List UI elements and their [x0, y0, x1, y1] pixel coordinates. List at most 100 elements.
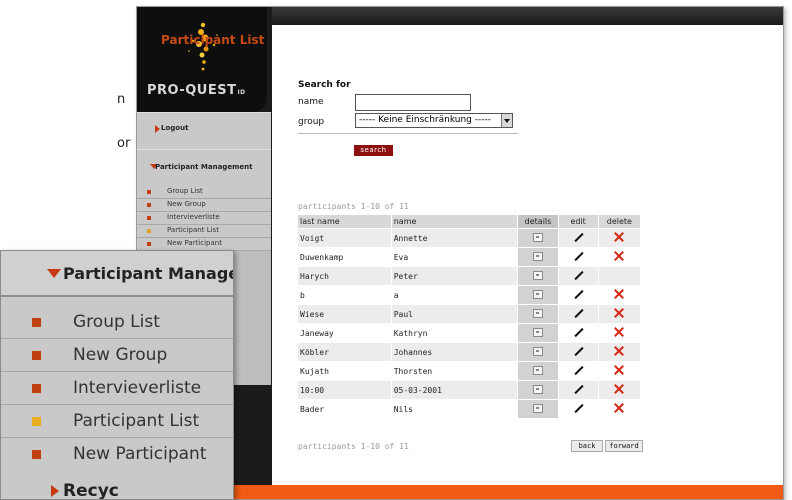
bullet-icon [32, 318, 41, 327]
details-icon[interactable] [532, 327, 543, 337]
cell-delete [597, 266, 642, 286]
delete-icon[interactable] [614, 365, 624, 375]
cell-edit [557, 247, 599, 267]
cell-details [517, 323, 559, 343]
details-icon[interactable] [532, 251, 543, 261]
chevron-down-icon[interactable] [501, 114, 512, 127]
details-icon[interactable] [532, 346, 543, 356]
nav-item-participant-list[interactable]: Participant List [137, 225, 271, 238]
zoom-header-label: Participant Managen [63, 264, 234, 283]
details-icon[interactable] [532, 308, 543, 318]
edit-icon[interactable] [574, 366, 583, 375]
details-icon[interactable] [532, 403, 543, 413]
cell-delete [597, 304, 642, 324]
nav-logout[interactable]: Logout [137, 112, 271, 150]
cell-edit [557, 380, 599, 400]
cell-delete [597, 285, 642, 305]
cell-last-name: Duwenkamp [297, 247, 392, 267]
col-name: name [390, 214, 519, 229]
nav-item-group-list[interactable]: Group List [137, 186, 271, 199]
nav-item-intervieverliste[interactable]: Intervieverliste [137, 212, 271, 225]
delete-icon[interactable] [614, 232, 624, 242]
nav-item-new-group[interactable]: New Group [137, 199, 271, 212]
edit-icon[interactable] [574, 328, 583, 337]
cell-details [517, 247, 559, 267]
cell-details [517, 380, 559, 400]
edit-icon[interactable] [574, 347, 583, 356]
pager-bottom: participants 1-10 of 11 [298, 442, 409, 451]
bullet-icon [32, 351, 41, 360]
edit-icon[interactable] [574, 290, 583, 299]
details-icon[interactable] [532, 384, 543, 394]
cell-last-name: b [297, 285, 392, 305]
zoom-nav-item-label: Participant List [73, 411, 200, 431]
cell-edit [557, 361, 599, 381]
zoom-nav-item-participant-list[interactable]: Participant List [1, 405, 233, 439]
bullet-icon [147, 216, 151, 220]
table-row: Janeway Kathryn [297, 323, 642, 343]
cell-details [517, 304, 559, 324]
zoom-nav-item-new-participant[interactable]: New Participant [1, 438, 233, 472]
bullet-icon [147, 203, 151, 207]
table-row: Harych Peter [297, 266, 642, 286]
edit-icon[interactable] [574, 309, 583, 318]
cell-last-name: 10:00 [297, 380, 392, 400]
delete-icon[interactable] [614, 308, 624, 318]
group-label: group [298, 117, 325, 127]
group-select[interactable]: ----- Keine Einschränkung ----- [355, 113, 513, 128]
cell-name: Johannes [390, 342, 519, 362]
cell-delete [597, 380, 642, 400]
delete-icon[interactable] [614, 251, 624, 261]
cell-name: Kathryn [390, 323, 519, 343]
zoom-nav-recycle[interactable]: Recyc [1, 469, 233, 499]
cell-last-name: Voigt [297, 228, 392, 248]
edit-icon[interactable] [574, 385, 583, 394]
col-edit: edit [557, 214, 599, 229]
table-row: Bader Nils [297, 399, 642, 419]
delete-icon[interactable] [614, 289, 624, 299]
group-select-value: ----- Keine Einschränkung ----- [359, 115, 491, 125]
table-header-row: last name name details edit delete [297, 214, 642, 229]
nav-item-label: Intervieverliste [167, 213, 220, 221]
bullet-icon [147, 242, 151, 246]
edit-icon[interactable] [574, 404, 583, 413]
col-last-name: last name [297, 214, 392, 229]
details-icon[interactable] [532, 365, 543, 375]
cell-last-name: Bader [297, 399, 392, 419]
cell-edit [557, 399, 599, 419]
logo-text: PRO-QUESTID [147, 83, 246, 98]
arrow-right-icon [155, 125, 160, 133]
zoom-nav-item-group-list[interactable]: Group List [1, 306, 233, 340]
bullet-icon [32, 417, 41, 426]
cell-delete [597, 361, 642, 381]
zoom-nav-item-intervieverliste[interactable]: Intervieverliste [1, 372, 233, 406]
table-row: Wiese Paul [297, 304, 642, 324]
details-icon[interactable] [532, 270, 543, 280]
cell-name: Peter [390, 266, 519, 286]
edit-icon[interactable] [574, 271, 583, 280]
delete-icon[interactable] [614, 346, 624, 356]
zoom-nav-participant-management[interactable]: Participant Managen [1, 251, 233, 297]
nav-participant-management[interactable]: Participant Management [137, 149, 271, 187]
arrow-right-icon [51, 485, 59, 497]
nav-logout-label: Logout [161, 124, 189, 132]
bullet-icon [32, 450, 41, 459]
name-input[interactable] [355, 94, 471, 111]
search-button[interactable]: search [354, 145, 393, 156]
cell-name: Thorsten [390, 361, 519, 381]
forward-button[interactable]: forward [605, 440, 643, 452]
edit-icon[interactable] [574, 252, 583, 261]
zoom-overlay: Participant Managen Group List New Group… [0, 250, 234, 500]
details-icon[interactable] [532, 232, 543, 242]
back-button[interactable]: back [571, 440, 603, 452]
cell-details [517, 361, 559, 381]
delete-icon[interactable] [614, 403, 624, 413]
delete-icon[interactable] [614, 327, 624, 337]
zoom-bottom-label: Recyc [63, 481, 119, 500]
delete-icon[interactable] [614, 384, 624, 394]
details-icon[interactable] [532, 289, 543, 299]
cell-edit [557, 323, 599, 343]
zoom-nav-item-new-group[interactable]: New Group [1, 339, 233, 373]
bullet-icon [32, 384, 41, 393]
edit-icon[interactable] [574, 233, 583, 242]
